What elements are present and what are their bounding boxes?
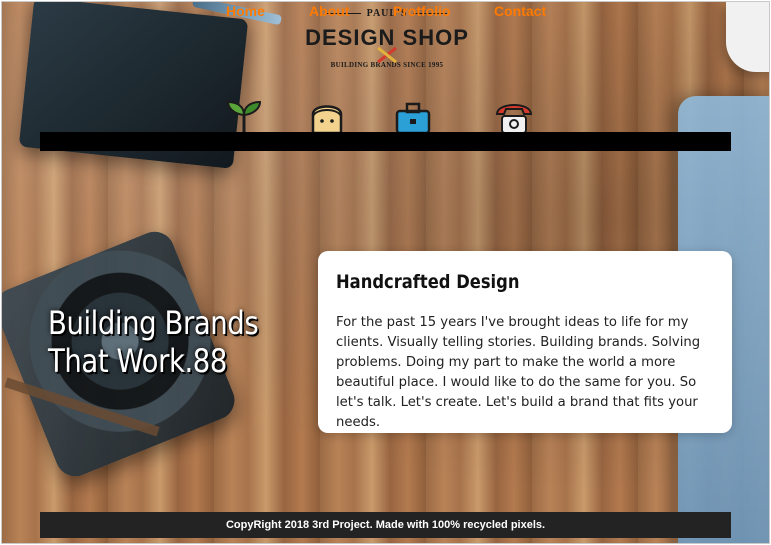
card-body-text: For the past 15 years I've brought ideas…: [336, 315, 701, 430]
nav-home-link[interactable]: Home: [226, 2, 265, 21]
nav-portfolio-link[interactable]: Protfolio: [393, 2, 451, 21]
plant-icon: [226, 100, 262, 133]
telephone-icon: [495, 104, 533, 133]
hero-line-2: That Work.88: [48, 342, 227, 380]
footer-copyright-text: CopyRight 2018 3rd Project. Made with 10…: [225, 519, 546, 531]
intro-card: Handcrafted Design For the past 15 years…: [318, 251, 732, 433]
nav-contact-link[interactable]: Contact: [494, 2, 546, 21]
cup-prop: [726, 2, 769, 72]
hero-line-1: Building Brands: [48, 304, 259, 342]
nav-about-link[interactable]: About: [309, 2, 349, 21]
page-frame: PAUL'S DESIGN SHOP BUILDING BRANDS SINCE…: [1, 1, 770, 544]
crossed-pencils-icon: [377, 47, 397, 63]
main-navigation: [40, 132, 731, 151]
site-footer: CopyRight 2018 3rd Project. Made with 10…: [40, 512, 731, 538]
card-title: Handcrafted Design: [336, 271, 520, 293]
person-icon: [311, 105, 343, 133]
hero-heading: Building Brands That Work.88: [48, 304, 259, 380]
briefcase-icon: [395, 102, 431, 133]
